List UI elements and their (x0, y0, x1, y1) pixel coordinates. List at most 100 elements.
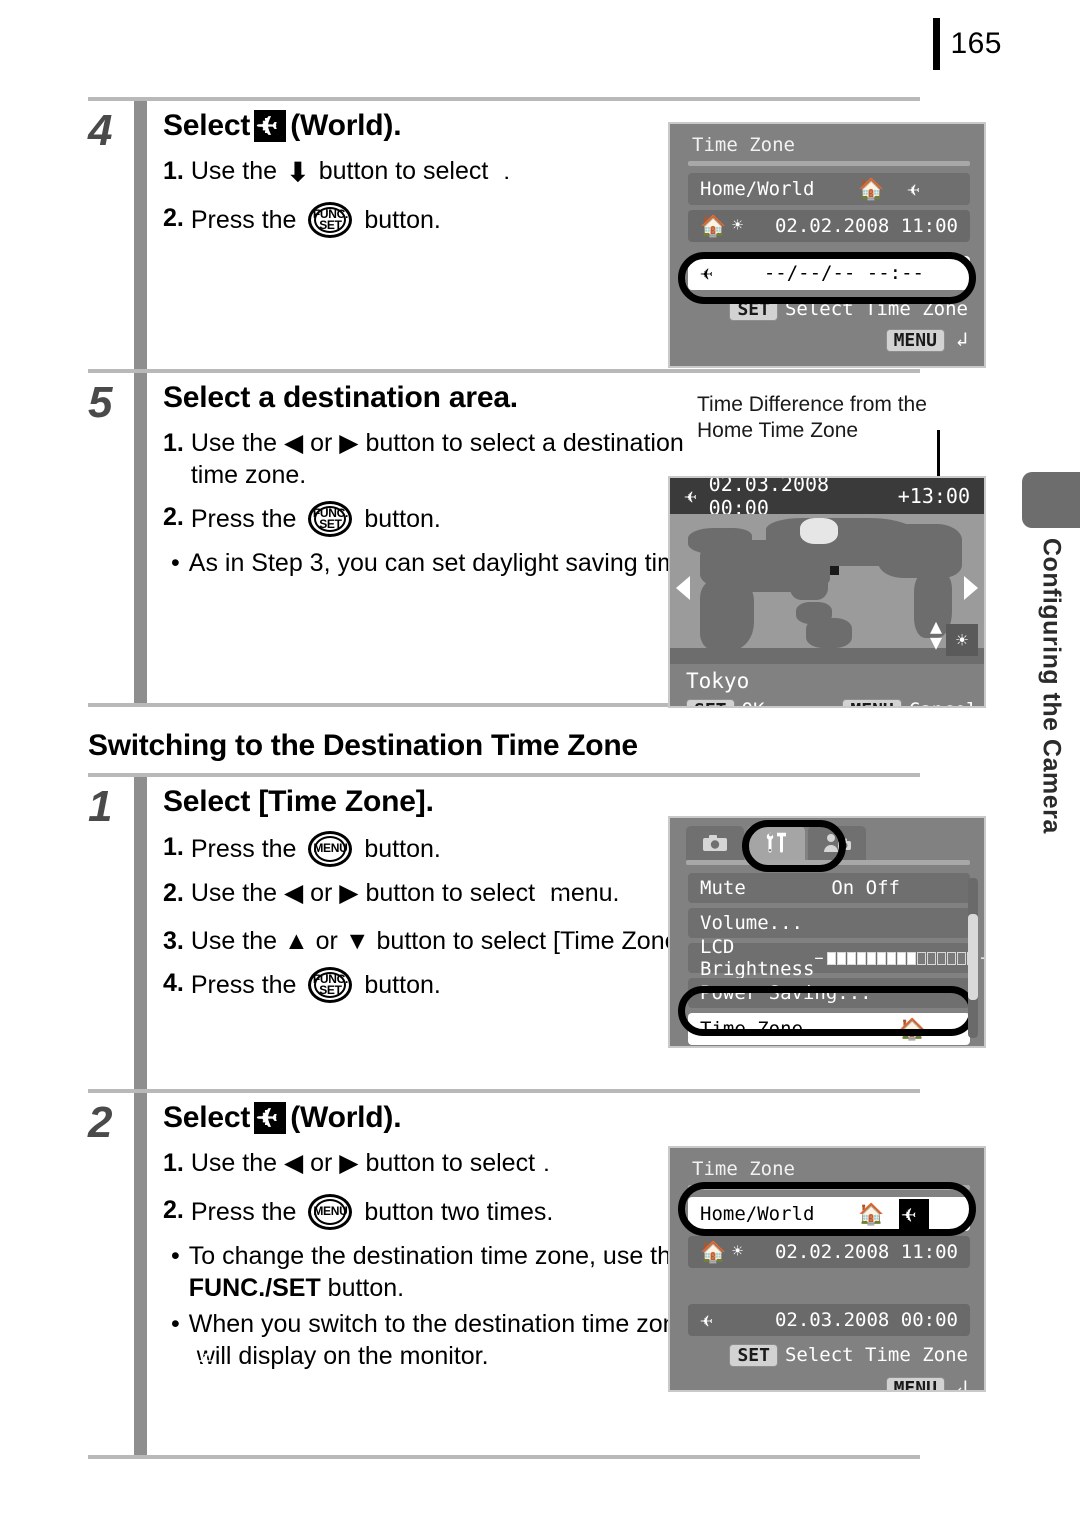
map-landmass-namerica (878, 524, 962, 578)
tab-shooting[interactable] (686, 826, 744, 860)
world-map[interactable]: ▲ ▼ ☀ (670, 514, 984, 664)
screen1-foot: SET Select Time Zone (670, 298, 984, 321)
screen1-row-home-world[interactable]: Home/World 🏠 ✈ (688, 173, 970, 205)
brightness-segment (927, 951, 937, 965)
screen4-title-rule (688, 1185, 970, 1190)
menu-item-value: On Off (831, 877, 900, 899)
airplane-icon: ✈ (906, 176, 920, 201)
brightness-minus: − (814, 949, 824, 967)
menu-item-label: Mute (700, 877, 746, 899)
list-marker: 1. (163, 1149, 184, 1177)
brightness-segments (827, 951, 977, 965)
menu-item-label: Time Zone... (700, 1018, 838, 1040)
tab-settings[interactable] (747, 826, 805, 860)
daylight-saving-icon: ☀ (732, 1241, 743, 1262)
screen1-home-world-label: Home/World (700, 178, 815, 200)
bullet-dot: • (171, 1242, 180, 1270)
screen4-row-home-world[interactable]: Home/World 🏠 (688, 1197, 970, 1231)
arrow-left-icon[interactable] (676, 576, 690, 600)
step-bar (134, 373, 147, 703)
airplane-icon: ✈ (700, 260, 713, 285)
bullet-dot: • (171, 549, 180, 577)
map-landmass (700, 580, 754, 650)
set-tag: SET (729, 1344, 778, 1367)
step-title-post: (World). (290, 109, 402, 142)
home-icon: 🏠 (700, 213, 727, 238)
set-tag: SET (729, 298, 778, 321)
bullet1-part-c: button. (320, 1274, 405, 1302)
time-difference-caption: Time Difference from the Home Time Zone (697, 393, 927, 443)
menu-item-time-zone[interactable]: Time Zone... 🏠 (688, 1013, 970, 1045)
menu-item-power-saving[interactable]: Power Saving... (688, 978, 970, 1008)
line-post: button two times. (364, 1198, 554, 1226)
step5-line-1: 1. Use the ◀ or ▶ button to select a des… (163, 427, 723, 491)
menu-item-label: Power Saving... (700, 982, 872, 1004)
daylight-saving-icon[interactable]: ☀ (946, 624, 978, 656)
section-heading: Switching to the Destination Time Zone (88, 729, 638, 762)
tab-my-camera[interactable] (808, 826, 866, 860)
list-marker: 2. (163, 879, 184, 907)
return-arrow-icon: ↲ (955, 327, 968, 351)
step-bar (134, 101, 147, 369)
screen4-row-world[interactable]: ✈ 02.03.2008 00:00 (688, 1304, 970, 1336)
daylight-saving-icon: ☀ (732, 215, 743, 236)
screen1-row-world[interactable]: ✈ --/--/-- --:-- (688, 256, 970, 290)
s2-step1-line3-text: Use the ▲ or ▼ button to select [Time Zo… (190, 927, 693, 955)
menu-item-label: LCD Brightness (700, 936, 815, 980)
menu-item-lcd-brightness[interactable]: LCD Brightness − + (688, 936, 984, 980)
scrollbar-thumb[interactable] (968, 914, 978, 1000)
step-number-5: 5 (88, 378, 113, 427)
screen4-row-home[interactable]: 🏠 ☀ 02.02.2008 11:00 (688, 1236, 970, 1268)
s2-step1-line2-text: Use the ◀ or ▶ button to select menu. (191, 877, 733, 915)
menu-item-value: 02.02.'08 10:00 (837, 1043, 958, 1046)
step-number-4: 4 (88, 106, 113, 155)
step-title-pre: Select (163, 1101, 251, 1134)
menu-label: MENU (313, 1204, 348, 1219)
menu-item-volume[interactable]: Volume... (688, 908, 970, 938)
camera-screen-time-zone-1: Time Zone Home/World 🏠 ✈ 🏠 ☀ 02.02.2008 … (668, 122, 986, 368)
s2-step1-line-3: 3. Use the ▲ or ▼ button to select [Time… (163, 925, 723, 957)
list-marker: 1. (163, 429, 184, 457)
map-offset: +13:00 (897, 484, 970, 508)
brightness-segment (957, 951, 967, 965)
list-marker: 2. (163, 503, 184, 531)
line-mid: button. (364, 505, 441, 533)
camera-screen-world-map: ✈ 02.03.2008 00:00 +13:00 ▲▼ ☀ Tokyo SET… (668, 476, 986, 708)
step-number-2: 2 (88, 1098, 113, 1147)
menu-button-icon: MENU (308, 1194, 353, 1230)
screen4-foot: SET Select Time Zone (670, 1344, 984, 1367)
map-landmass-australia (806, 618, 852, 648)
brightness-slider[interactable]: − + (814, 949, 984, 967)
line-mid: button. (364, 206, 441, 234)
line-pre: Press the (190, 206, 297, 234)
line-post: button. (364, 835, 441, 863)
map-landmass (790, 560, 828, 600)
set-label: SET (319, 517, 342, 531)
screen4-menu-foot: MENU ↲ (670, 1375, 984, 1390)
s2-bullet2-text: When you switch to the destination time … (189, 1308, 723, 1377)
arrow-right-icon[interactable] (964, 576, 978, 600)
screen1-row-home[interactable]: 🏠 ☀ 02.02.2008 11:00 (688, 210, 970, 242)
screen4-title: Time Zone (692, 1158, 795, 1180)
func-set-button-icon: FUNC. SET (308, 202, 353, 238)
brightness-segment (867, 951, 877, 965)
func-set-button-icon: FUNC. SET (308, 501, 353, 537)
home-icon: 🏠 (858, 1201, 885, 1226)
brightness-segment (857, 951, 867, 965)
step5-line1-text: Use the ◀ or ▶ button to select a destin… (190, 429, 684, 489)
line-post: button. (364, 971, 441, 999)
brightness-segment (887, 951, 897, 965)
line-pre: Press the (190, 1198, 297, 1226)
screen4-foot-text: Select Time Zone (784, 1344, 968, 1366)
home-icon: 🏠 (899, 1016, 926, 1041)
set-label: SET (319, 218, 342, 232)
menu-button-icon: MENU (308, 831, 353, 867)
menu-item-mute[interactable]: Mute On Off (688, 873, 970, 903)
list-marker: 4. (163, 969, 184, 997)
line-pre: Use the (190, 157, 278, 185)
line-pre: Use the ◀ or ▶ button to select (190, 1149, 536, 1177)
camera-screen-settings-menu: Mute On Off Volume... LCD Brightness − +… (668, 816, 986, 1048)
home-icon: 🏠 (858, 176, 885, 201)
s2-bullet1-text: To change the destination time zone, use… (189, 1240, 708, 1304)
screen1-home-value: 02.02.2008 11:00 (774, 215, 958, 237)
